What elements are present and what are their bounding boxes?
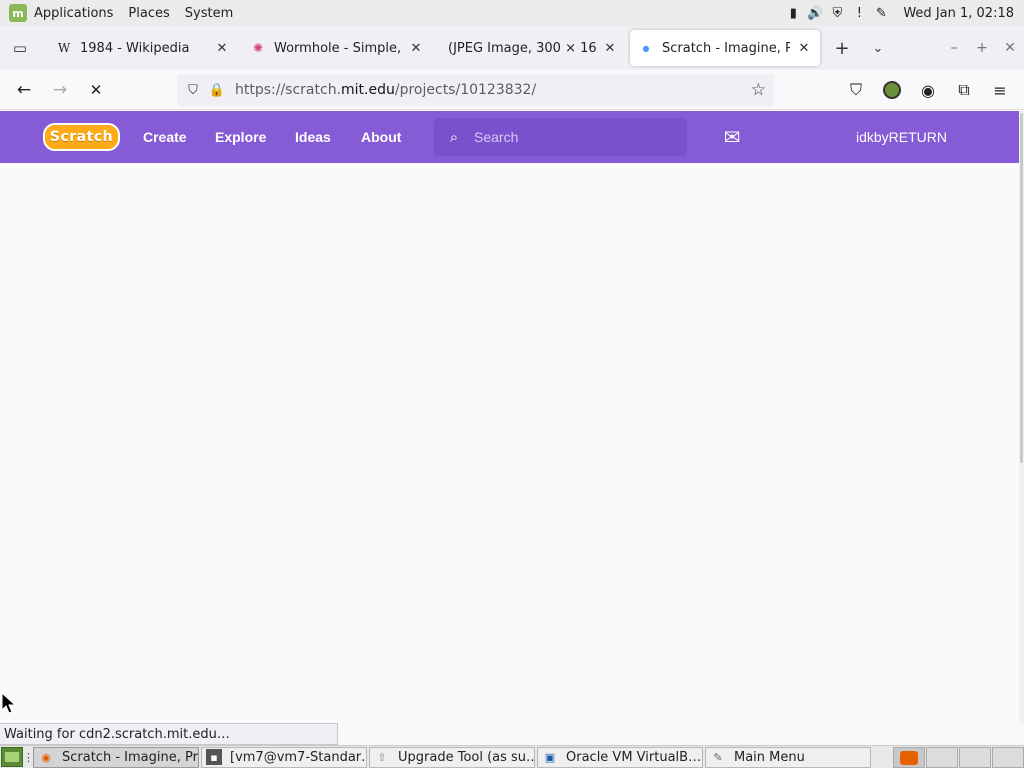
search-icon: ⌕ (449, 128, 459, 146)
navigation-bar: ← → ✕ ⛉ 🔒 https://scratch.mit.edu/projec… (0, 70, 1024, 110)
page-content (0, 163, 1019, 723)
messages-icon[interactable]: ✉ (719, 125, 745, 149)
tab-wormhole[interactable]: ✺ Wormhole - Simple, pr ✕ (242, 30, 432, 66)
workspace-2[interactable] (926, 747, 958, 768)
firefox-icon: ◉ (41, 750, 51, 764)
update-alert-icon[interactable]: ! (851, 5, 867, 21)
extension-avatar-icon[interactable] (874, 72, 910, 108)
tab-title: (JPEG Image, 300 × 168 p (448, 40, 596, 56)
minimize-icon[interactable]: – (940, 26, 968, 70)
nav-create[interactable]: Create (143, 111, 187, 163)
close-window-icon[interactable]: ✕ (996, 26, 1024, 70)
menu-applications[interactable]: Applications (34, 6, 113, 21)
nav-explore[interactable]: Explore (215, 111, 266, 163)
task-label: Scratch - Imagine, Pr… (62, 749, 199, 765)
status-bar: Waiting for cdn2.scratch.mit.edu… (0, 723, 338, 745)
extensions-icon[interactable]: ⧉ (946, 72, 982, 108)
mouse-cursor-icon (1, 692, 17, 714)
taskbar-item-terminal[interactable]: ▪ [vm7@vm7-Standar… (201, 746, 367, 768)
tab-title: Scratch - Imagine, Pro (662, 40, 790, 56)
lock-icon[interactable]: 🔒 (205, 83, 229, 98)
virtualbox-icon: ▣ (544, 750, 556, 764)
terminal-icon: ▪ (206, 749, 222, 765)
task-label: Oracle VM VirtualB… (566, 749, 702, 765)
pocket-icon[interactable]: ⛉ (838, 72, 874, 108)
tab-wikipedia[interactable]: W 1984 - Wikipedia ✕ (48, 30, 238, 66)
app-menu-icon[interactable]: ≡ (982, 72, 1018, 108)
task-label: Main Menu (734, 749, 805, 765)
close-tab-icon[interactable]: ✕ (214, 41, 230, 56)
forward-icon[interactable]: → (42, 72, 78, 108)
network-icon[interactable]: ▮ (785, 5, 801, 21)
scratch-header: Scratch Create Explore Ideas About ⌕ ✉ i… (0, 111, 1019, 163)
back-icon[interactable]: ← (6, 72, 42, 108)
nav-about[interactable]: About (361, 111, 401, 163)
workspace-3[interactable] (959, 747, 991, 768)
wormhole-icon: ✺ (252, 41, 264, 55)
close-tab-icon[interactable]: ✕ (408, 41, 424, 56)
firefox-view-icon[interactable]: ▭ (0, 26, 40, 70)
menu-system[interactable]: System (185, 6, 233, 21)
new-tab-icon[interactable]: + (824, 30, 860, 66)
bookmark-star-icon[interactable]: ☆ (751, 80, 766, 100)
taskbar: ⋮ ◉ Scratch - Imagine, Pr… ▪ [vm7@vm7-St… (0, 745, 1024, 768)
workspace-1[interactable] (893, 747, 925, 768)
system-tray: ▮ 🔊 ⛨ ! ✎ Wed Jan 1, 02:18 (785, 0, 1024, 26)
mint-logo-icon[interactable]: m (9, 4, 27, 22)
maximize-icon[interactable]: + (968, 26, 996, 70)
panel-grip-icon: ⋮ (23, 750, 34, 764)
tab-title: Wormhole - Simple, pr (274, 40, 402, 56)
close-tab-icon[interactable]: ✕ (796, 41, 812, 56)
url-text[interactable]: https://scratch.mit.edu/projects/1012383… (235, 82, 536, 98)
username[interactable]: idkbyRETURN (856, 111, 947, 163)
taskbar-item-firefox[interactable]: ◉ Scratch - Imagine, Pr… (33, 746, 199, 768)
tab-jpeg[interactable]: (JPEG Image, 300 × 168 p ✕ (436, 30, 626, 66)
menu-places[interactable]: Places (128, 6, 169, 21)
scratch-icon: ● (642, 43, 650, 53)
scratch-logo[interactable]: Scratch (43, 123, 120, 151)
system-panel: m Applications Places System ▮ 🔊 ⛨ ! ✎ W… (0, 0, 1024, 26)
search-box[interactable]: ⌕ (434, 118, 687, 156)
task-label: [vm7@vm7-Standar… (230, 749, 367, 765)
clock[interactable]: Wed Jan 1, 02:18 (903, 6, 1014, 21)
wikipedia-icon: W (57, 41, 71, 55)
upgrade-icon: ⇧ (377, 750, 387, 764)
page-scrollbar[interactable] (1019, 111, 1024, 723)
list-all-tabs-icon[interactable]: ⌄ (860, 30, 896, 66)
workspace-4[interactable] (992, 747, 1024, 768)
volume-icon[interactable]: 🔊 (807, 5, 823, 21)
account-icon[interactable]: ◉ (910, 72, 946, 108)
show-desktop-icon[interactable] (1, 747, 23, 767)
menu-editor-icon: ✎ (713, 750, 723, 764)
task-label: Upgrade Tool (as su… (398, 749, 535, 765)
tab-title: 1984 - Wikipedia (80, 40, 190, 56)
close-tab-icon[interactable]: ✕ (602, 41, 618, 56)
search-input[interactable] (474, 129, 674, 145)
tab-bar: ▭ W 1984 - Wikipedia ✕ ✺ Wormhole - Simp… (0, 26, 1024, 70)
network-manager-icon[interactable]: ✎ (873, 5, 889, 21)
shield-icon[interactable]: ⛨ (829, 5, 845, 21)
scrollbar-thumb[interactable] (1020, 113, 1023, 463)
taskbar-item-upgrade[interactable]: ⇧ Upgrade Tool (as su… (369, 746, 535, 768)
nav-ideas[interactable]: Ideas (295, 111, 331, 163)
taskbar-item-virtualbox[interactable]: ▣ Oracle VM VirtualB… (537, 746, 703, 768)
tracking-protection-icon[interactable]: ⛉ (181, 83, 205, 98)
tab-scratch[interactable]: ● Scratch - Imagine, Pro ✕ (630, 30, 820, 66)
url-bar[interactable]: ⛉ 🔒 https://scratch.mit.edu/projects/101… (177, 74, 774, 106)
stop-loading-icon[interactable]: ✕ (78, 72, 114, 108)
taskbar-item-main-menu[interactable]: ✎ Main Menu (705, 746, 871, 768)
